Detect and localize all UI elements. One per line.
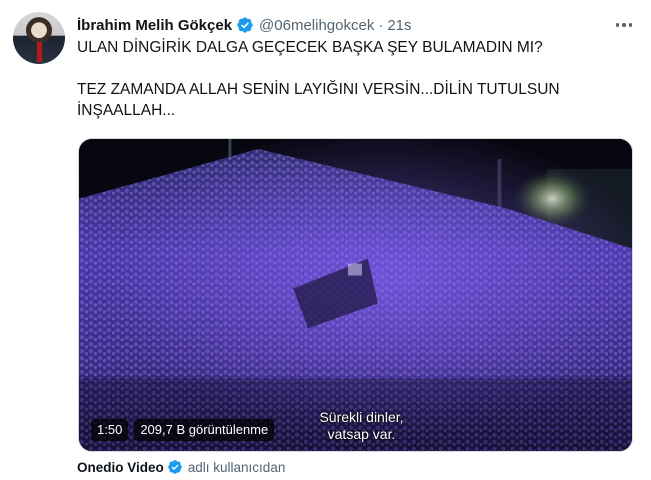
- subtitle-line: vatsap var.: [327, 426, 396, 442]
- video-frame: [79, 139, 632, 451]
- video-info-overlay: 1:50 209,7 B görüntülenme: [91, 419, 275, 441]
- separator-dot: ·: [378, 16, 384, 34]
- attribution-source-name[interactable]: Onedio Video: [77, 460, 164, 475]
- more-dot: [622, 23, 626, 27]
- video-player[interactable]: 1:50 209,7 B görüntülenme Sürekli dinler…: [78, 138, 633, 452]
- author-display-name[interactable]: İbrahim Melih Gökçek: [77, 17, 232, 34]
- avatar[interactable]: [13, 12, 65, 64]
- tweet-text: ULAN DİNGİRİK DALGA GEÇECEK BAŞKA ŞEY BU…: [77, 37, 627, 121]
- timestamp[interactable]: 21s: [387, 17, 411, 34]
- verified-badge-icon: [237, 17, 253, 33]
- author-handle[interactable]: @06melihgokcek: [259, 17, 374, 34]
- more-dot: [628, 23, 633, 27]
- subtitle-line: Sürekli dinler,: [319, 409, 404, 425]
- video-subtitle: Sürekli dinler, vatsap var.: [284, 409, 439, 443]
- more-options-icon[interactable]: [612, 14, 636, 36]
- verified-badge-icon: [167, 460, 182, 474]
- view-count: 209,7 B görüntülenme: [134, 419, 275, 441]
- video-attribution: Onedio Video adlı kullanıcıdan: [77, 457, 285, 477]
- video-duration: 1:50: [91, 419, 129, 441]
- tweet-text-line: ULAN DİNGİRİK DALGA GEÇECEK BAŞKA ŞEY BU…: [77, 39, 543, 56]
- more-dot: [615, 23, 620, 27]
- tweet[interactable]: İbrahim Melih Gökçek @06melihgokcek · 21…: [0, 0, 651, 480]
- attribution-suffix: adlı kullanıcıdan: [187, 459, 286, 475]
- tweet-text-line: İNŞAALLAH...: [77, 102, 176, 119]
- tweet-text-line: TEZ ZAMANDA ALLAH SENİN LAYIĞINI VERSİN.…: [77, 81, 560, 98]
- tweet-header: İbrahim Melih Gökçek @06melihgokcek · 21…: [77, 14, 412, 36]
- avatar-tie: [37, 42, 42, 62]
